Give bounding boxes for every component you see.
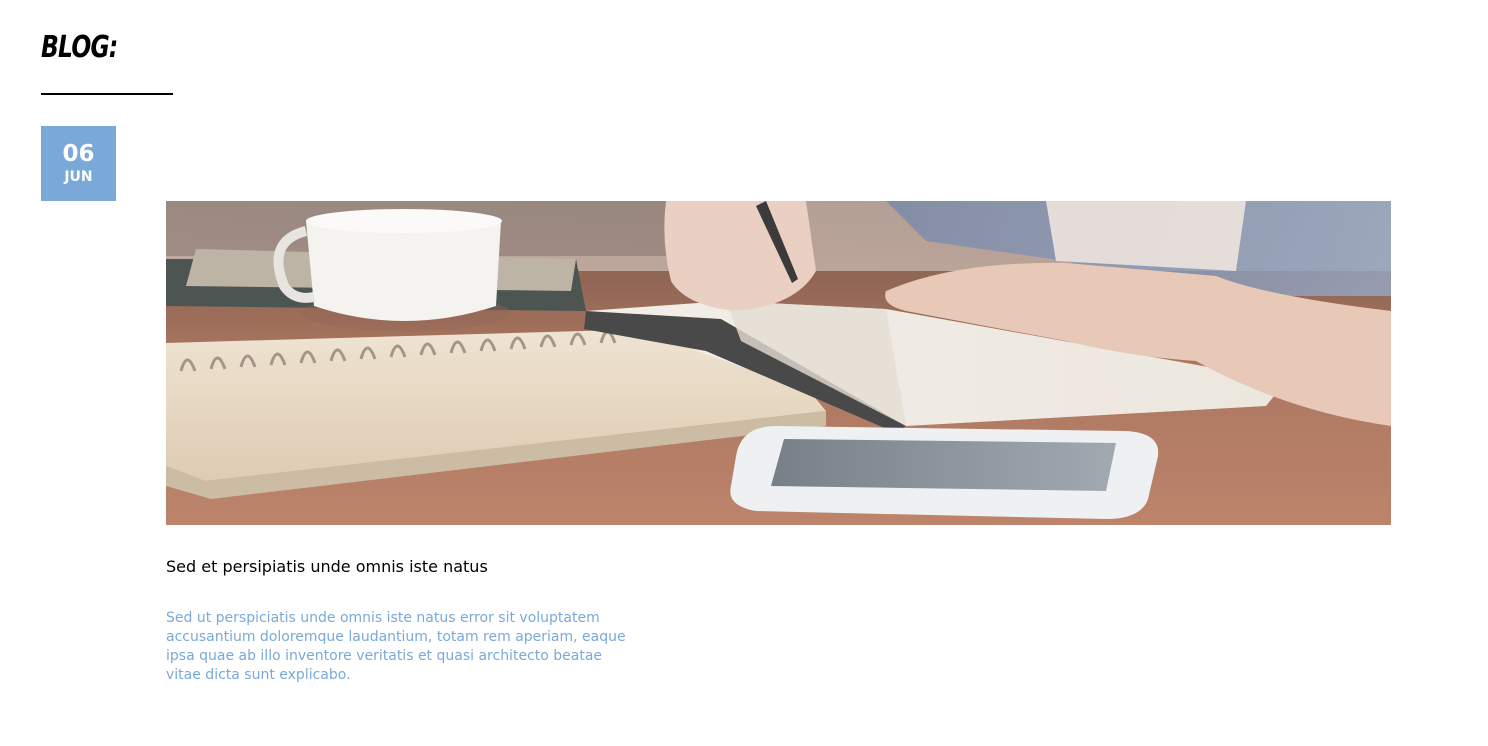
post-date-month: JUN: [64, 169, 93, 185]
post-date-badge: 06 JUN: [41, 126, 116, 201]
post-excerpt: Sed ut perspiciatis unde omnis iste natu…: [166, 610, 626, 683]
post-featured-image[interactable]: [166, 201, 1391, 525]
blog-section-title: BLOG:: [41, 30, 118, 65]
title-underline: [41, 93, 173, 95]
post-title[interactable]: Sed et persipiatis unde omnis iste natus: [166, 556, 488, 578]
post-date-day: 06: [62, 141, 95, 167]
